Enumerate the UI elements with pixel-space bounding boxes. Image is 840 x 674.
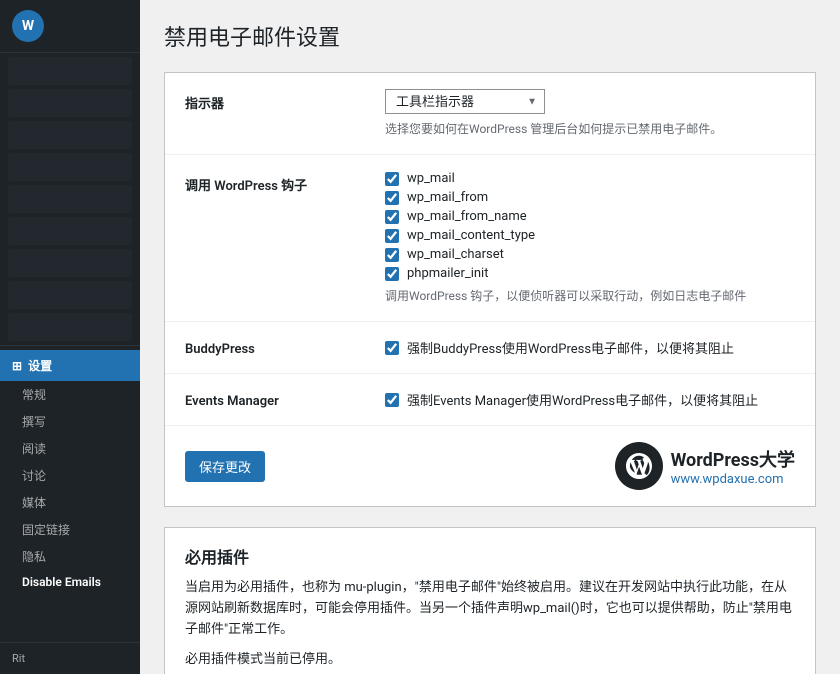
sidebar-mock-4 [8,153,132,181]
events-manager-row: Events Manager 强制Events Manager使用WordPre… [165,374,815,426]
hook-wp-mail-label: wp_mail [407,171,455,186]
sidebar-mock-9 [8,313,132,341]
hook-wp-mail-from-name-checkbox[interactable] [385,210,399,224]
hook-wp-mail-content-type-checkbox[interactable] [385,229,399,243]
wp-brand-logo [615,442,663,490]
sidebar-item-privacy[interactable]: 隐私 [0,543,140,570]
wp-brand-text: WordPress大学 www.wpdaxue.com [671,446,795,487]
sidebar-disable-emails-label: Disable Emails [22,575,101,589]
sidebar-mock-5 [8,185,132,213]
mu-plugin-section: 必用插件 当启用为必用插件，也称为 mu-plugin，"禁用电子邮件"始终被启… [164,527,816,674]
settings-icon: ⊞ [12,359,22,373]
hook-wp-mail-content-type: wp_mail_content_type [385,228,795,243]
hook-wp-mail: wp_mail [385,171,795,186]
indicator-label: 指示器 [185,89,385,112]
wp-logo-icon: W [12,10,44,42]
mu-plugin-status: 必用插件模式当前已停用。 [185,648,795,667]
sidebar-divider [0,345,140,346]
events-manager-checkbox-row: 强制Events Manager使用WordPress电子邮件，以便将其阻止 [385,390,795,409]
save-button[interactable]: 保存更改 [185,451,265,482]
buddypress-label: BuddyPress [185,338,385,357]
mu-plugin-title: 必用插件 [185,544,795,568]
events-manager-field: 强制Events Manager使用WordPress电子邮件，以便将其阻止 [385,390,795,409]
hooks-desc: 调用WordPress 钩子，以便侦听器可以采取行动，例如日志电子邮件 [385,287,795,305]
sidebar-item-writing[interactable]: 撰写 [0,408,140,435]
sidebar-mock-7 [8,249,132,277]
buddypress-value: 强制BuddyPress使用WordPress电子邮件，以便将其阻止 [407,338,734,357]
hook-phpmailer-init-checkbox[interactable] [385,267,399,281]
hook-phpmailer-init-label: phpmailer_init [407,266,488,281]
sidebar-item-media[interactable]: 媒体 [0,489,140,516]
sidebar-general-label: 常规 [22,388,46,402]
sidebar-mock-6 [8,217,132,245]
buddypress-field: 强制BuddyPress使用WordPress电子邮件，以便将其阻止 [385,338,795,357]
indicator-field: 工具栏指示器 ▼ 选择您要如何在WordPress 管理后台如何提示已禁用电子邮… [385,89,795,138]
sidebar-mock-8 [8,281,132,309]
sidebar-item-permalinks[interactable]: 固定链接 [0,516,140,543]
sidebar: W ⊞ 设置 常规 撰写 阅读 讨论 媒体 固定链接 [0,0,140,674]
hooks-label: 调用 WordPress 钩子 [185,171,385,194]
buddypress-checkbox[interactable] [385,341,399,355]
hook-wp-mail-from: wp_mail_from [385,190,795,205]
footer-row: 保存更改 WordPress大学 www.wpdaxue.com [165,426,815,506]
sidebar-item-settings[interactable]: ⊞ 设置 [0,350,140,381]
events-manager-label: Events Manager [185,390,385,409]
sidebar-reading-label: 阅读 [22,442,46,456]
sidebar-bottom: Rit [0,642,140,674]
sidebar-discussion-label: 讨论 [22,469,46,483]
events-manager-checkbox[interactable] [385,393,399,407]
hook-wp-mail-checkbox[interactable] [385,172,399,186]
sidebar-mock-2 [8,89,132,117]
indicator-desc: 选择您要如何在WordPress 管理后台如何提示已禁用电子邮件。 [385,120,795,138]
hook-wp-mail-from-label: wp_mail_from [407,190,488,205]
hook-wp-mail-content-type-label: wp_mail_content_type [407,228,535,243]
events-manager-value: 强制Events Manager使用WordPress电子邮件，以便将其阻止 [407,390,758,409]
sidebar-privacy-label: 隐私 [22,550,46,564]
indicator-row: 指示器 工具栏指示器 ▼ 选择您要如何在WordPress 管理后台如何提示已禁… [165,73,815,155]
hook-wp-mail-charset-label: wp_mail_charset [407,247,504,262]
hook-wp-mail-charset: wp_mail_charset [385,247,795,262]
sidebar-writing-label: 撰写 [22,415,46,429]
hooks-row: 调用 WordPress 钩子 wp_mail wp_mail_from wp_… [165,155,815,322]
wordpress-icon [623,450,655,482]
sidebar-item-disable-emails[interactable]: Disable Emails [0,570,140,594]
sidebar-item-reading[interactable]: 阅读 [0,435,140,462]
sidebar-bottom-text: Rit [12,652,25,665]
hook-phpmailer-init: phpmailer_init [385,266,795,281]
hook-wp-mail-charset-checkbox[interactable] [385,248,399,262]
indicator-select[interactable]: 工具栏指示器 [385,89,545,114]
buddypress-checkbox-row: 强制BuddyPress使用WordPress电子邮件，以便将其阻止 [385,338,795,357]
main-content: 禁用电子邮件设置 指示器 工具栏指示器 ▼ 选择您要如何在WordPress 管… [140,0,840,674]
wp-brand: WordPress大学 www.wpdaxue.com [615,442,795,490]
sidebar-nav: ⊞ 设置 常规 撰写 阅读 讨论 媒体 固定链接 隐私 Disable Emai… [0,53,140,642]
sidebar-media-label: 媒体 [22,496,46,510]
sidebar-settings-label: 设置 [28,357,52,374]
buddypress-row: BuddyPress 强制BuddyPress使用WordPress电子邮件，以… [165,322,815,374]
sidebar-item-discussion[interactable]: 讨论 [0,462,140,489]
page-title: 禁用电子邮件设置 [164,20,816,52]
indicator-select-wrapper: 工具栏指示器 ▼ [385,89,545,114]
sidebar-logo: W [0,0,140,53]
sidebar-item-general[interactable]: 常规 [0,381,140,408]
sidebar-mock-1 [8,57,132,85]
sidebar-permalinks-label: 固定链接 [22,523,70,537]
wp-brand-name: WordPress大学 [671,446,795,472]
mu-plugin-desc: 当启用为必用插件，也称为 mu-plugin，"禁用电子邮件"始终被启用。建议在… [185,578,795,640]
hooks-field: wp_mail wp_mail_from wp_mail_from_name w… [385,171,795,305]
hook-wp-mail-from-checkbox[interactable] [385,191,399,205]
wp-brand-url: www.wpdaxue.com [671,472,795,487]
hook-wp-mail-from-name-label: wp_mail_from_name [407,209,527,224]
hook-wp-mail-from-name: wp_mail_from_name [385,209,795,224]
settings-form: 指示器 工具栏指示器 ▼ 选择您要如何在WordPress 管理后台如何提示已禁… [164,72,816,507]
sidebar-mock-3 [8,121,132,149]
